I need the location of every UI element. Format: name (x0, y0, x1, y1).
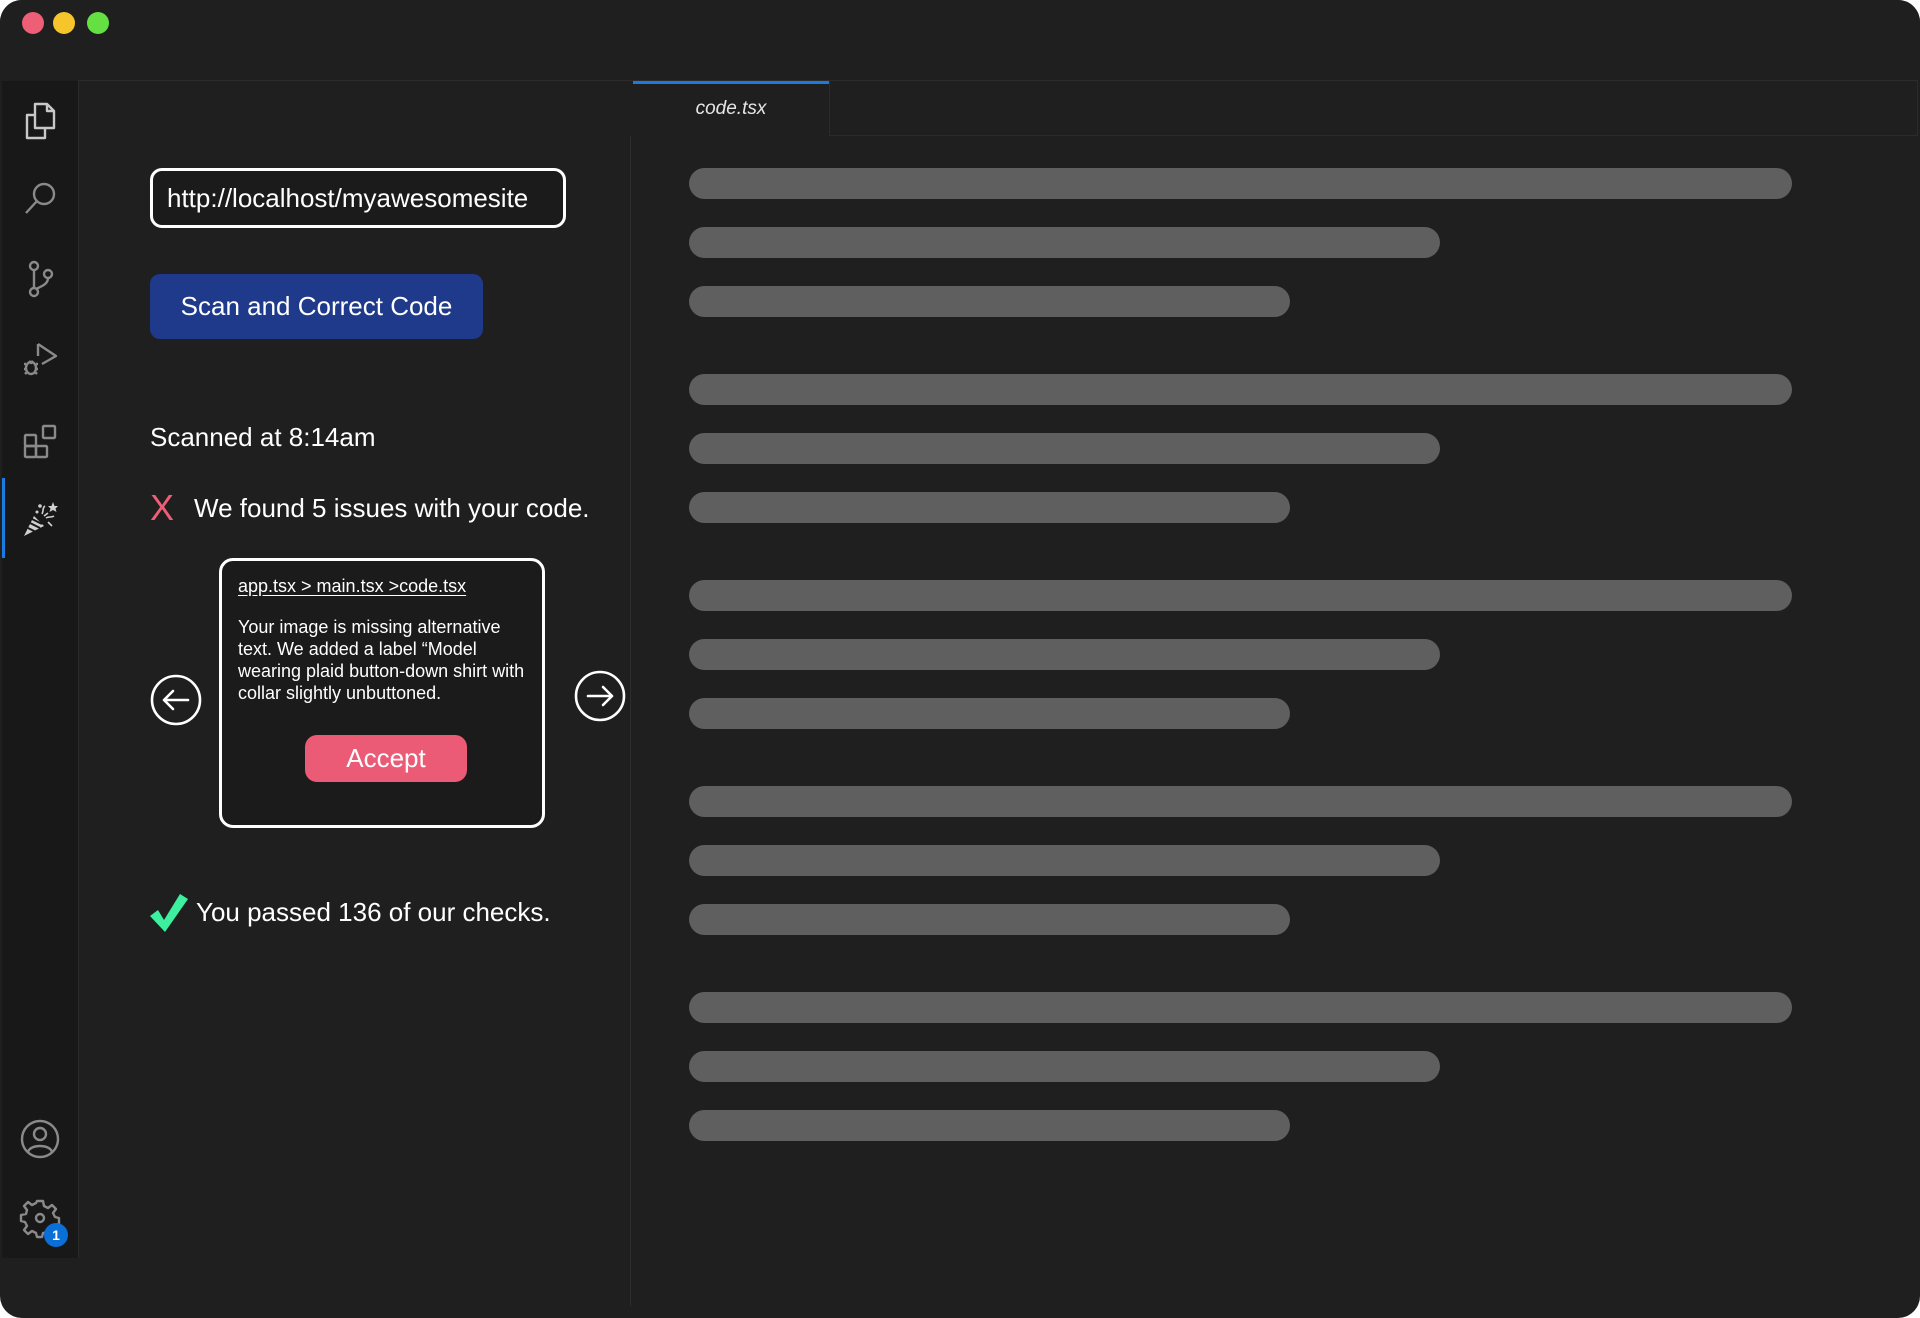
account-icon (20, 1119, 60, 1159)
issue-description: Your image is missing alternative text. … (238, 617, 525, 703)
tab-code-tsx[interactable]: code.tsx (633, 81, 829, 136)
title-bar (0, 0, 1920, 80)
issues-summary: X We found 5 issues with your code. (150, 490, 590, 526)
activity-accessibility-scanner[interactable] (2, 478, 78, 558)
code-line-placeholder (689, 374, 1792, 405)
error-x-icon: X (150, 487, 175, 528)
tab-label: code.tsx (695, 97, 767, 119)
files-icon (25, 102, 56, 140)
activity-extensions[interactable] (2, 405, 78, 475)
issue-card: app.tsx > main.tsx >code.tsx Your image … (219, 558, 545, 828)
issues-count-text: We found 5 issues with your code. (194, 492, 590, 523)
code-line-placeholder (689, 492, 1290, 523)
search-icon (25, 182, 56, 214)
code-line-placeholder (689, 1051, 1440, 1082)
code-line-placeholder (689, 580, 1792, 611)
source-control-icon (28, 260, 54, 298)
activity-search[interactable] (2, 165, 78, 235)
code-line-placeholder (689, 698, 1290, 729)
code-line-placeholder (689, 227, 1440, 258)
next-issue-button[interactable] (574, 670, 626, 722)
passed-checks-text: You passed 136 of our checks. (196, 896, 551, 927)
scan-timestamp: Scanned at 8:14am (150, 422, 376, 452)
maximize-window-button[interactable] (87, 12, 109, 34)
url-input[interactable] (150, 168, 566, 228)
run-debug-icon (24, 343, 58, 376)
minimize-window-button[interactable] (53, 12, 75, 34)
activity-manage[interactable]: 1 (2, 1183, 78, 1253)
scan-and-correct-button[interactable]: Scan and Correct Code (150, 274, 483, 339)
arrow-left-icon (150, 674, 202, 726)
code-line-placeholder (689, 433, 1440, 464)
code-line-placeholder (689, 1110, 1290, 1141)
activity-source-control[interactable] (2, 245, 78, 315)
previous-issue-button[interactable] (150, 674, 202, 726)
activity-bar: 1 (2, 81, 79, 1258)
passed-checks-summary: You passed 136 of our checks. (146, 890, 551, 934)
checkmark-icon (150, 894, 188, 932)
close-window-button[interactable] (22, 12, 44, 34)
app-window: 1 Scan and Correct Code Scanned at 8:14a… (0, 0, 1920, 1318)
party-popper-icon (24, 502, 58, 536)
code-line-placeholder (689, 286, 1290, 317)
code-line-placeholder (689, 786, 1792, 817)
issue-file-breadcrumb[interactable]: app.tsx > main.tsx >code.tsx (238, 576, 466, 597)
code-line-placeholder (689, 992, 1792, 1023)
activity-accounts[interactable] (2, 1104, 78, 1174)
notification-badge: 1 (44, 1223, 68, 1247)
code-line-placeholder (689, 639, 1440, 670)
extensions-icon (23, 424, 57, 459)
activity-explorer[interactable] (2, 85, 78, 155)
code-line-placeholder (689, 904, 1290, 935)
code-line-placeholder (689, 845, 1440, 876)
tab-bar-empty-area (829, 81, 1918, 136)
arrow-right-icon (574, 670, 626, 722)
accept-fix-button[interactable]: Accept (305, 735, 467, 782)
code-line-placeholder (689, 168, 1792, 199)
activity-run-debug[interactable] (2, 325, 78, 395)
code-editor[interactable] (631, 137, 1918, 1307)
